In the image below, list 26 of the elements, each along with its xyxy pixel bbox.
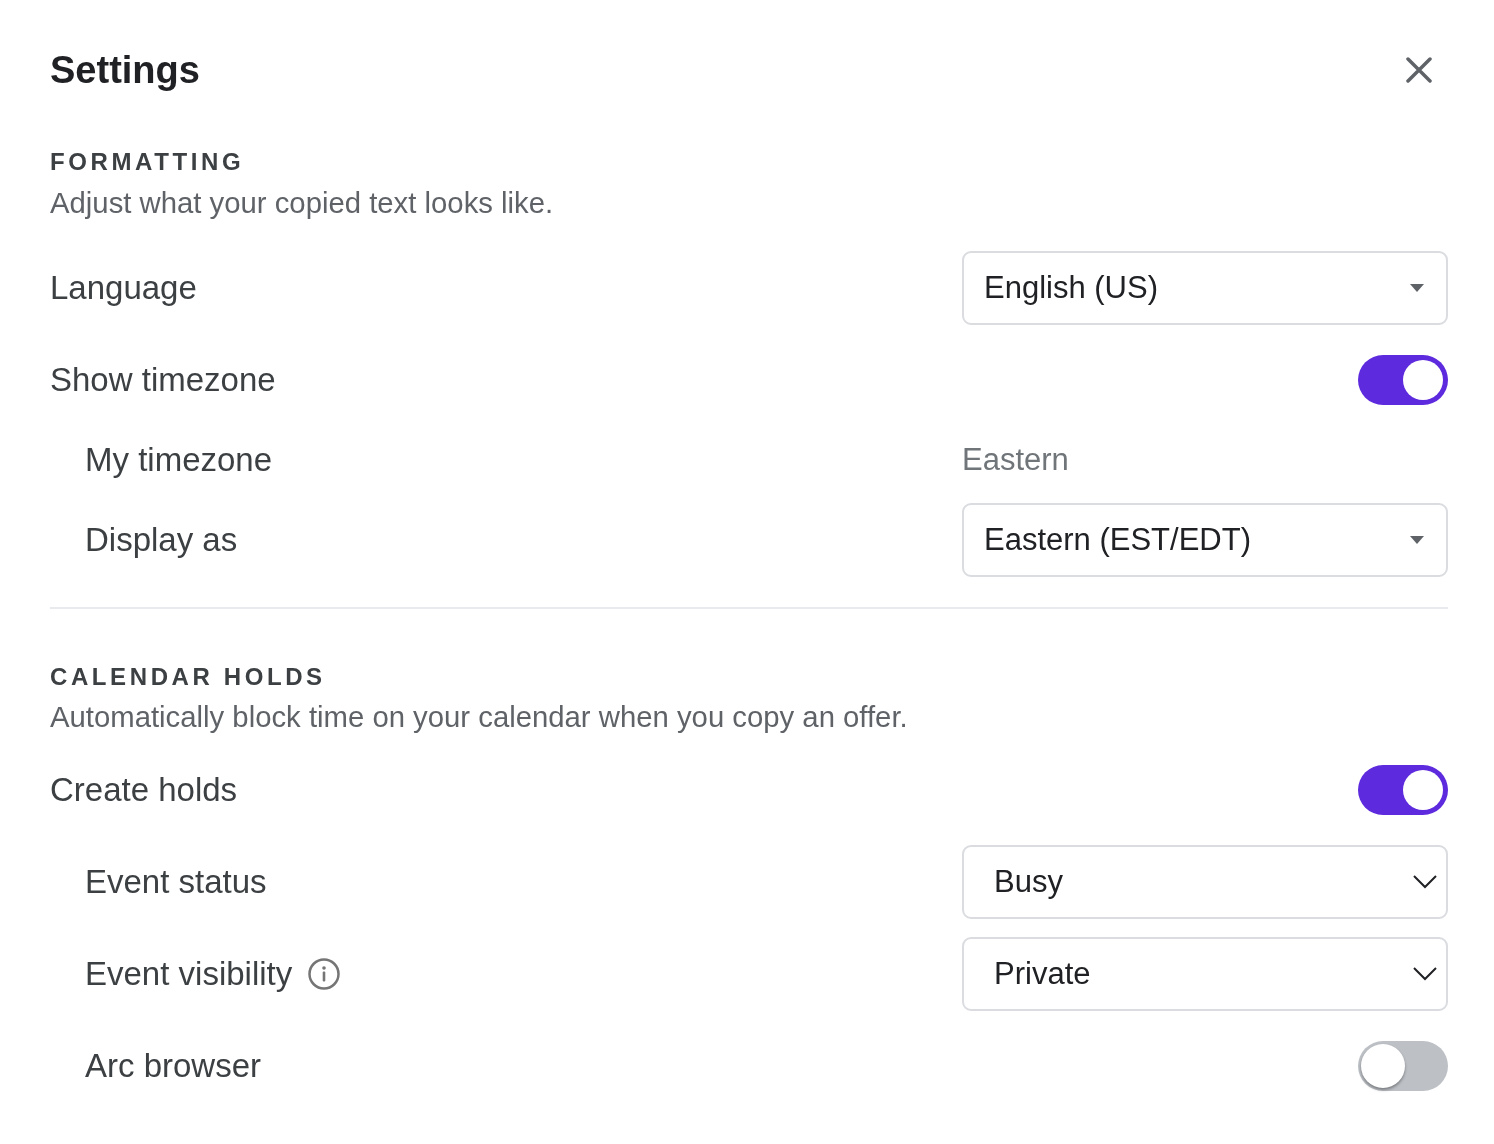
toggle-switch[interactable] <box>1358 765 1448 815</box>
toggle-switch[interactable] <box>1358 1041 1448 1091</box>
setting-label: My timezone <box>85 440 273 480</box>
section-heading: FORMATTING <box>50 147 246 177</box>
chevron-down-icon <box>1413 875 1437 889</box>
setting-label: Arc browser <box>85 1046 262 1086</box>
setting-label: Event status <box>85 862 267 902</box>
toggle-switch[interactable] <box>1358 355 1448 405</box>
setting-label: Create holds <box>50 770 238 810</box>
dropdown[interactable]: Busy <box>962 845 1448 919</box>
close-icon <box>1406 57 1432 83</box>
section-description: Automatically block time on your calendar when you copy an offer. <box>50 700 909 734</box>
dropdown[interactable]: Private <box>962 937 1448 1011</box>
dropdown[interactable]: Eastern (EST/EDT) <box>962 503 1448 577</box>
chevron-down-icon <box>1413 967 1437 981</box>
dialog-title: Settings <box>50 48 200 92</box>
caret-icon <box>1410 536 1424 544</box>
caret-icon <box>1410 284 1424 292</box>
setting-value: Eastern <box>962 441 1069 479</box>
dropdown[interactable]: English (US) <box>962 251 1448 325</box>
setting-label: Language <box>50 268 197 308</box>
setting-label: Event visibility <box>85 954 293 994</box>
section-description: Adjust what your copied text looks like. <box>50 186 555 220</box>
setting-label: Show timezone <box>50 360 276 400</box>
section-heading: CALENDAR HOLDS <box>50 662 327 692</box>
setting-label: Display as <box>85 520 238 560</box>
